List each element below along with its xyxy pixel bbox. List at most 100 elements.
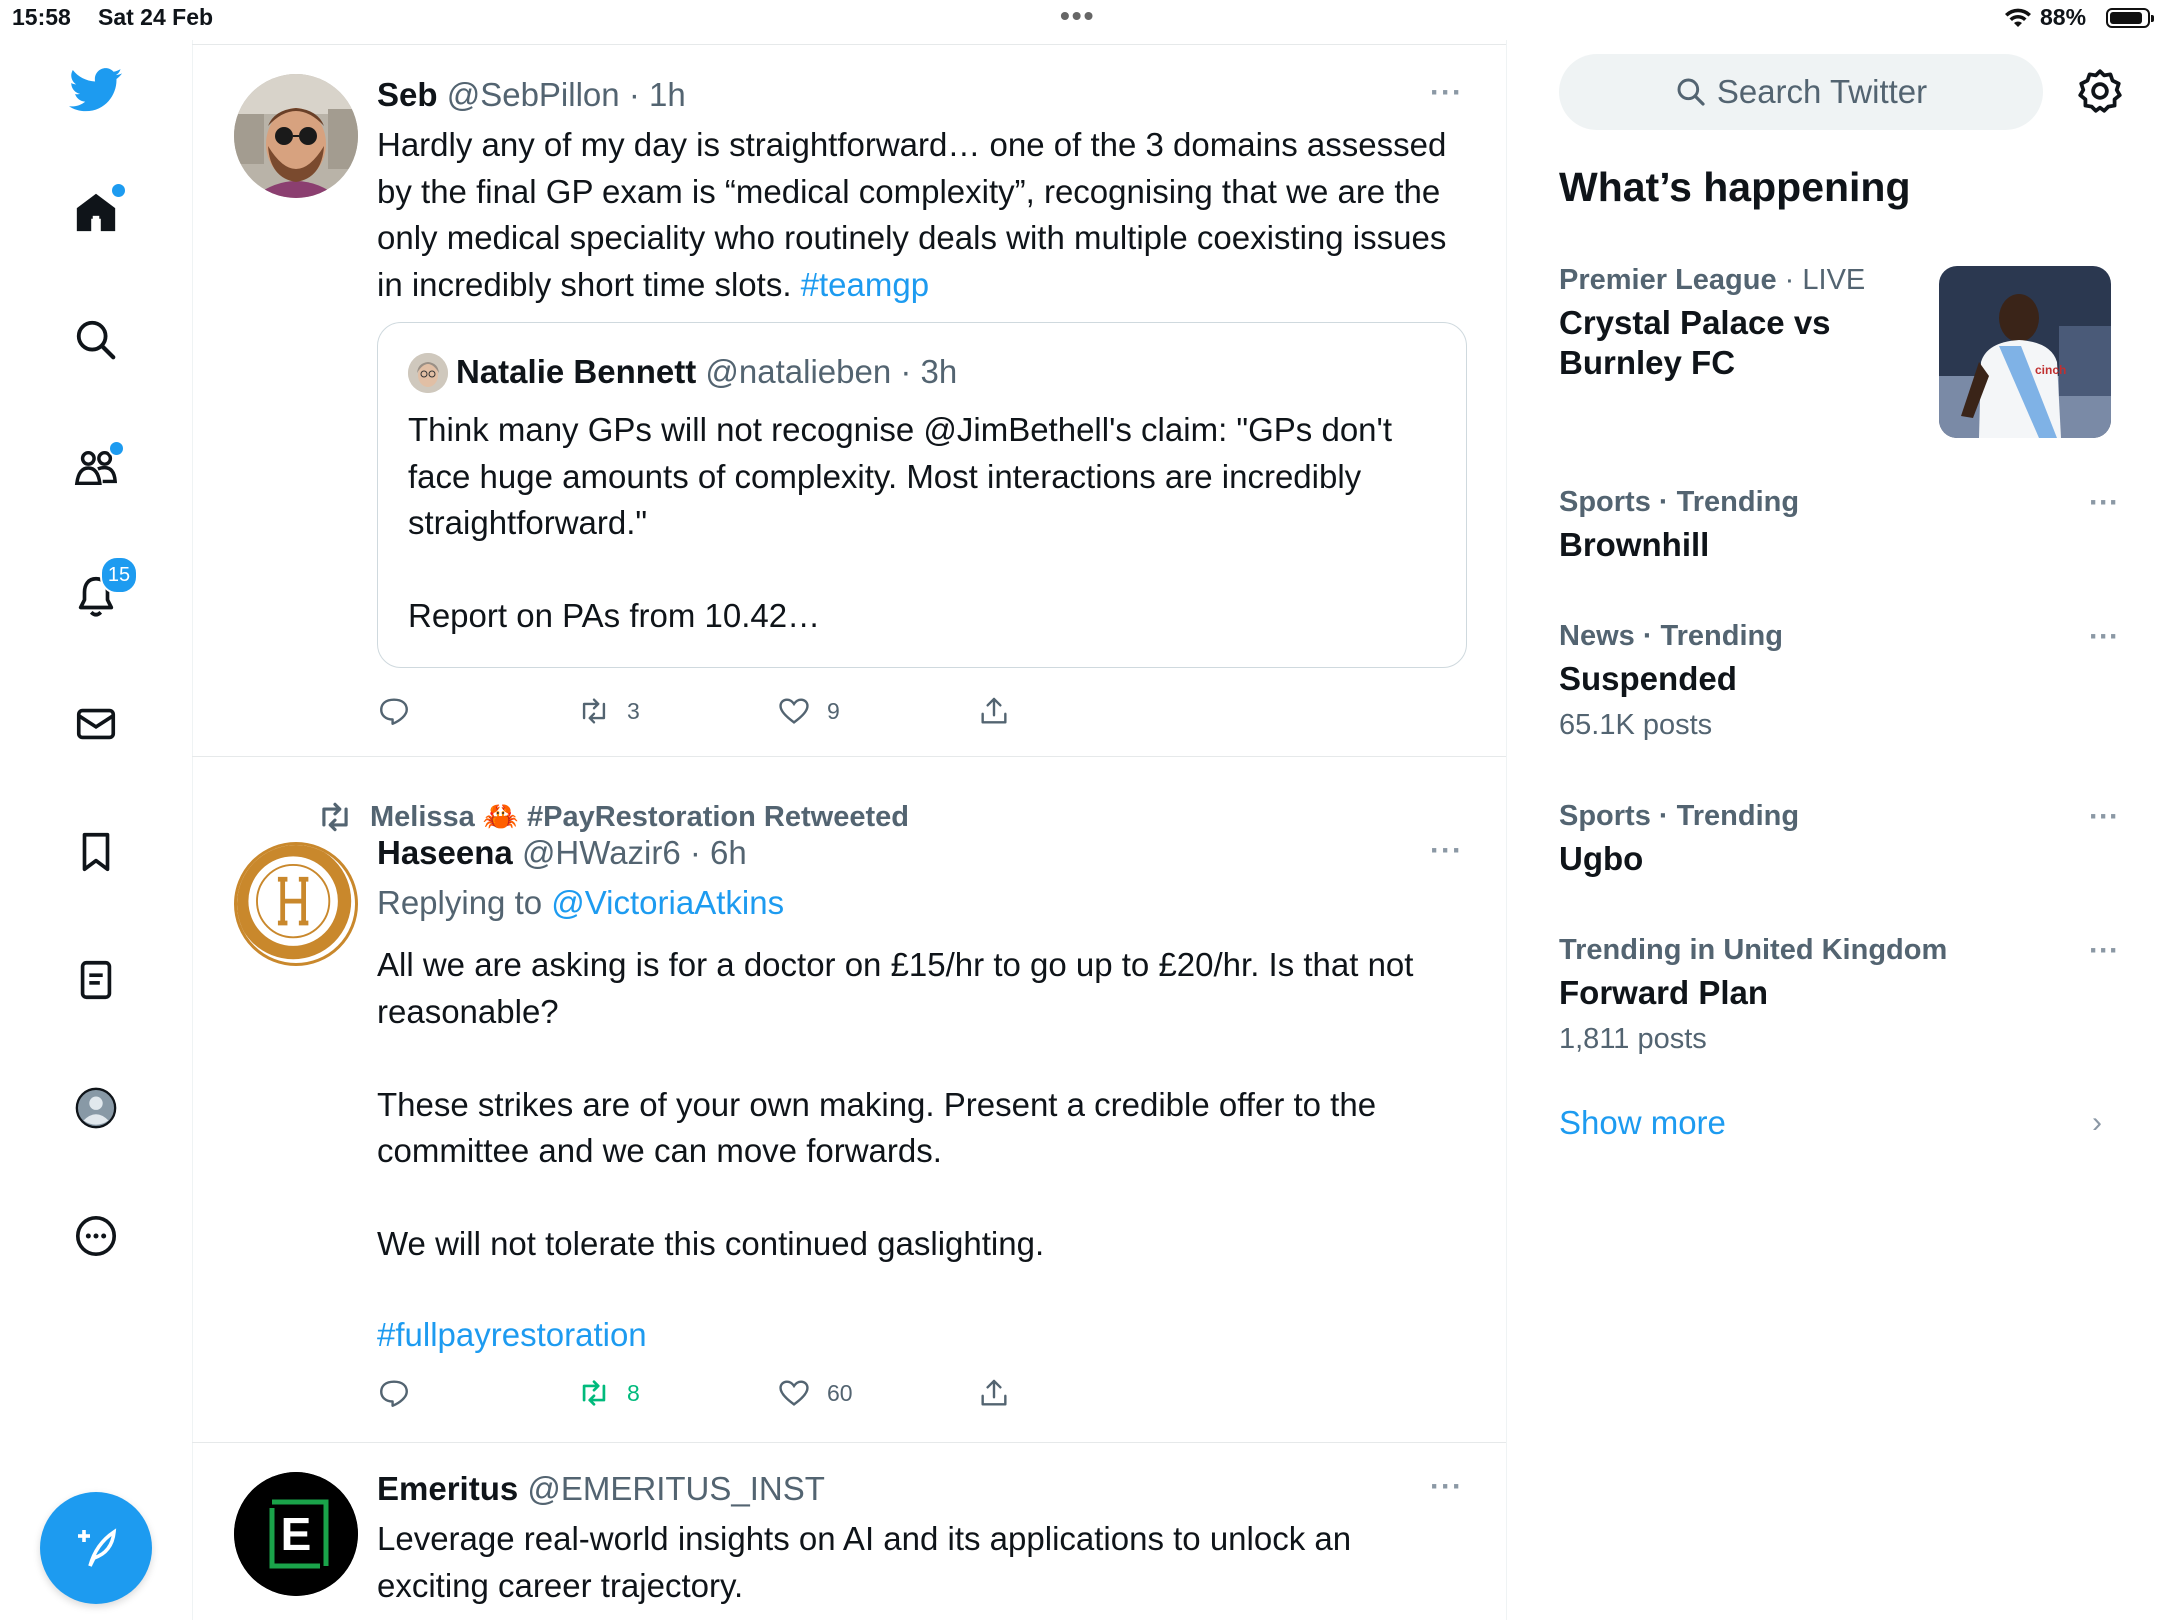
trend-more-icon[interactable]: ··· <box>2089 800 2119 834</box>
trend-more-icon[interactable]: ··· <box>2089 620 2119 654</box>
more-icon[interactable] <box>66 1206 126 1266</box>
retweeted-by[interactable]: Melissa 🦀 #PayRestoration Retweeted <box>316 798 909 836</box>
profile-icon[interactable] <box>66 1078 126 1138</box>
trend-image[interactable]: cinch <box>1939 266 2111 438</box>
avatar-natalie[interactable] <box>408 353 448 393</box>
chevron-right-icon[interactable]: › <box>2092 1106 2102 1140</box>
search-icon[interactable] <box>66 310 126 370</box>
trend-meta: News · Trending <box>1559 620 1783 652</box>
reply-button[interactable] <box>377 1376 427 1410</box>
author-name[interactable]: Haseena <box>377 834 513 871</box>
multitask-dots-icon[interactable]: ••• <box>1060 0 1095 32</box>
quote-tweet-card[interactable]: Natalie Bennett @natalieben · 3h Think m… <box>377 322 1467 668</box>
tweet-author[interactable]: Emeritus @EMERITUS_INST <box>377 1470 825 1508</box>
svg-text:cinch: cinch <box>2035 363 2066 377</box>
retweet-count: 3 <box>627 697 640 724</box>
like-count: 60 <box>827 1379 853 1406</box>
tweet-actions: 8 60 <box>377 1376 1377 1416</box>
trend-more-icon[interactable]: ··· <box>2089 934 2119 968</box>
trend-item[interactable]: Sports · Trending Brownhill ··· <box>1559 486 2119 565</box>
like-button[interactable]: 60 <box>777 1376 853 1410</box>
share-button[interactable] <box>977 694 1027 728</box>
tweet-seb[interactable]: Seb @SebPillon · 1h ··· Hardly any of my… <box>192 44 1506 757</box>
twitter-bird-icon[interactable] <box>66 60 126 120</box>
tweet-author[interactable]: Haseena @HWazir6 · 6h <box>377 834 747 872</box>
author-handle[interactable]: @HWazir6 <box>522 834 681 871</box>
author-name[interactable]: Emeritus <box>377 1470 518 1507</box>
trend-category: Premier League <box>1559 264 1777 296</box>
tweet-more-icon[interactable]: ··· <box>1430 76 1463 110</box>
share-icon <box>981 1379 1007 1406</box>
lists-icon[interactable] <box>66 950 126 1010</box>
svg-text:E: E <box>281 1508 312 1560</box>
reply-icon <box>380 1380 408 1407</box>
quote-text: Think many GPs will not recognise @JimBe… <box>408 411 1392 634</box>
show-more-link[interactable]: Show more <box>1559 1104 1726 1142</box>
quote-author-name[interactable]: Natalie Bennett <box>456 353 696 390</box>
left-nav: 15 <box>0 40 193 1620</box>
hashtag-link[interactable]: #teamgp <box>801 266 929 303</box>
tweet-more-icon[interactable]: ··· <box>1430 834 1463 868</box>
tweet-time[interactable]: · 1h <box>629 76 686 113</box>
replying-to-link[interactable]: @VictoriaAtkins <box>551 884 784 921</box>
trend-item[interactable]: Sports · Trending Ugbo ··· <box>1559 800 2119 879</box>
tweet-emeritus[interactable]: E Emeritus @EMERITUS_INST ··· Leverage r… <box>192 1442 1506 1620</box>
trend-title: Brownhill <box>1559 526 1710 563</box>
trend-title: Ugbo <box>1559 840 1644 877</box>
status-date: Sat 24 Feb <box>98 4 214 30</box>
retweet-icon <box>582 698 606 724</box>
retweeted-by-text[interactable]: Melissa 🦀 #PayRestoration Retweeted <box>370 800 909 834</box>
tweet-haseena[interactable]: Melissa 🦀 #PayRestoration Retweeted Hase… <box>192 756 1506 1443</box>
replying-to: Replying to @VictoriaAtkins <box>377 884 784 922</box>
like-button[interactable]: 9 <box>777 694 840 728</box>
author-handle[interactable]: @EMERITUS_INST <box>527 1470 825 1507</box>
retweet-button[interactable]: 3 <box>577 694 640 728</box>
trend-item[interactable]: Trending in United Kingdom Forward Plan … <box>1559 934 2119 1056</box>
tweet-author[interactable]: Seb @SebPillon · 1h <box>377 76 686 114</box>
home-icon[interactable] <box>66 182 127 242</box>
trend-meta: Sports · Trending <box>1559 800 1800 832</box>
battery-icon <box>2106 8 2154 28</box>
bookmark-icon[interactable] <box>66 822 126 882</box>
tweet-time[interactable]: · 6h <box>690 834 747 871</box>
compose-feather-icon <box>78 1528 117 1567</box>
quote-author[interactable]: Natalie Bennett @natalieben · 3h <box>456 353 957 391</box>
hashtag-link-text[interactable]: #fullpayrestoration <box>377 1316 647 1353</box>
trend-item[interactable]: Premier League · LIVE Crystal Palace vs … <box>1559 264 1919 383</box>
retweet-button[interactable]: 8 <box>577 1376 640 1410</box>
share-button[interactable] <box>977 1376 1027 1410</box>
trend-count: 65.1K posts <box>1559 709 1713 741</box>
tweet-more-icon[interactable]: ··· <box>1430 1470 1463 1504</box>
quote-time[interactable]: · 3h <box>900 353 957 390</box>
gear-icon[interactable] <box>2075 66 2125 116</box>
communities-icon[interactable] <box>66 438 126 498</box>
retweet-small-icon <box>322 802 348 832</box>
tweet-actions: 3 9 <box>377 694 1377 734</box>
search-input[interactable]: Search Twitter <box>1559 54 2043 130</box>
quote-author-handle[interactable]: @natalieben <box>705 353 891 390</box>
replying-prefix: Replying to <box>377 884 552 921</box>
trend-item[interactable]: News · Trending Suspended 65.1K posts ··… <box>1559 620 2119 742</box>
avatar-haseena[interactable] <box>234 842 358 966</box>
mail-icon[interactable] <box>66 694 126 754</box>
reply-button[interactable] <box>377 694 427 728</box>
trends-title: What’s happening <box>1559 164 1911 210</box>
heart-icon <box>779 698 809 724</box>
avatar-seb[interactable] <box>234 74 358 198</box>
battery-percentage: 88% <box>2040 4 2087 30</box>
retweet-count: 8 <box>627 1379 640 1406</box>
trend-title: Suspended <box>1559 660 1737 697</box>
notifications-badge: 15 <box>100 556 138 594</box>
hashtag-link[interactable]: #fullpayrestoration <box>377 1312 647 1359</box>
author-handle[interactable]: @SebPillon <box>447 76 620 113</box>
tweet-text: All we are asking is for a doctor on £15… <box>377 946 1414 1262</box>
tweet-text: Leverage real-world insights on AI and i… <box>377 1520 1352 1604</box>
trend-more-icon[interactable]: ··· <box>2089 486 2119 520</box>
bell-icon[interactable]: 15 <box>66 556 138 626</box>
avatar-emeritus[interactable]: E <box>234 1472 358 1596</box>
timeline: Seb @SebPillon · 1h ··· Hardly any of my… <box>192 40 1507 1620</box>
compose-button[interactable] <box>40 1492 152 1604</box>
trend-title: Crystal Palace vs Burnley FC <box>1559 304 1831 381</box>
trend-meta: Trending in United Kingdom <box>1559 934 1948 966</box>
author-name[interactable]: Seb <box>377 76 438 113</box>
